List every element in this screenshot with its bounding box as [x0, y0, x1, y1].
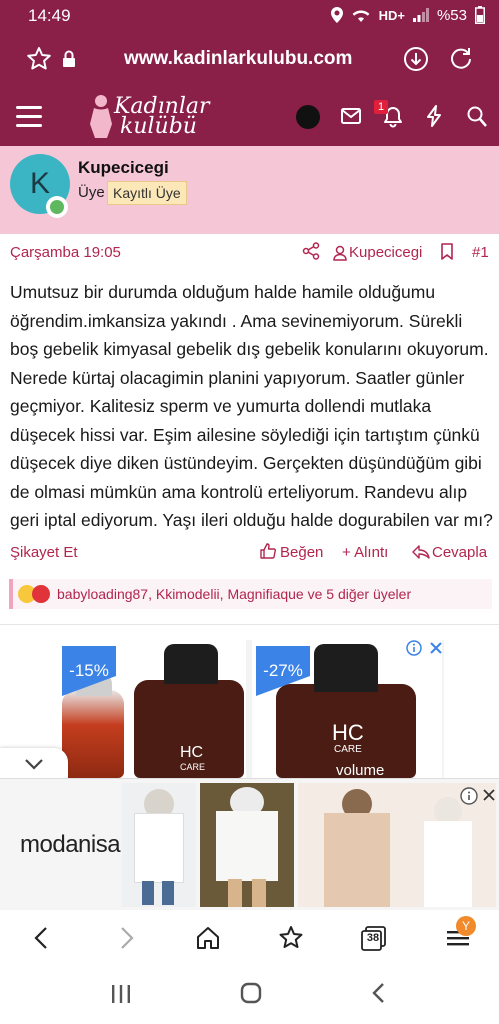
- post-number[interactable]: #1: [472, 244, 489, 261]
- url-text[interactable]: www.kadinlarkulubu.com: [124, 48, 352, 70]
- ad-info-icon[interactable]: [460, 787, 478, 805]
- status-icons: HD+ %53: [330, 6, 485, 24]
- post-body: Umutsuz bir durumda olduğum halde hamile…: [10, 282, 493, 530]
- product-bottle-image: [62, 690, 124, 778]
- menu-icon[interactable]: [16, 106, 42, 128]
- network-type: HD+: [378, 7, 405, 23]
- ad-close-icon[interactable]: [428, 640, 444, 656]
- mail-icon[interactable]: [341, 108, 361, 124]
- theme-toggle-icon[interactable]: [296, 105, 320, 129]
- bookmark-star-icon[interactable]: [26, 46, 52, 72]
- share-icon[interactable]: [302, 242, 320, 260]
- location-icon: [330, 7, 343, 23]
- forward-icon[interactable]: [112, 924, 140, 952]
- thumbs-up-icon: [260, 543, 276, 559]
- post-actions: Şikayet Et Beğen + Alıntı Cevapla: [0, 540, 499, 566]
- product-brand-label: HC: [180, 744, 204, 761]
- username[interactable]: Kupecicegi: [78, 158, 169, 178]
- site-header: Kadınlar kulübü 1: [0, 88, 499, 146]
- download-icon[interactable]: [403, 46, 429, 72]
- user-badge: Kayıtlı Üye: [107, 181, 187, 205]
- ad-collapse-button[interactable]: [0, 748, 68, 782]
- battery-level: %53: [436, 6, 467, 24]
- bookmark-icon[interactable]: [440, 243, 454, 261]
- reactions-text[interactable]: babyloading87, Kkimodelii, Magnifiaque v…: [57, 586, 411, 602]
- product-sub-label: CARE: [180, 762, 206, 772]
- product-sub-label: CARE: [334, 744, 362, 755]
- fashion-image: [200, 783, 294, 907]
- lightning-icon[interactable]: [426, 105, 442, 127]
- product-cap-image: [314, 644, 378, 692]
- reactions-bar[interactable]: babyloading87, Kkimodelii, Magnifiaque v…: [9, 579, 492, 609]
- signal-icon: [412, 8, 429, 22]
- ad-choices[interactable]: [406, 640, 446, 658]
- product-ad[interactable]: HC CARE -15% HC CARE volume -27%: [56, 640, 444, 778]
- fashion-image: [122, 783, 196, 907]
- status-time: 14:49: [28, 6, 71, 25]
- post-author-link[interactable]: Kupecicegi: [349, 244, 422, 261]
- post-meta: Çarşamba 19:05 Kupecicegi #1: [0, 234, 499, 270]
- status-bar: 14:49 HD+ %53: [0, 0, 499, 32]
- bookmarks-icon[interactable]: [277, 924, 305, 952]
- post-author-block: K Kupecicegi Üye Kayıtlı Üye: [0, 146, 499, 234]
- logo-line2: kulübü: [120, 114, 197, 139]
- report-button[interactable]: Şikayet Et: [10, 544, 78, 561]
- post-date[interactable]: Çarşamba 19:05: [10, 244, 121, 261]
- home-icon[interactable]: [194, 924, 222, 952]
- back-icon[interactable]: [28, 924, 56, 952]
- browser-url-bar: www.kadinlarkulubu.com: [0, 32, 499, 88]
- product-card-left[interactable]: HC CARE -15%: [56, 640, 246, 778]
- tabs-count: 38: [366, 932, 380, 944]
- quote-button[interactable]: + Alıntı: [342, 544, 388, 561]
- product-cap-image: [164, 644, 218, 684]
- system-nav-bar: [0, 966, 499, 1024]
- reload-icon[interactable]: [448, 46, 474, 72]
- wifi-icon: [351, 7, 371, 23]
- reply-button[interactable]: Cevapla: [432, 544, 487, 561]
- profile-badge[interactable]: Y: [456, 916, 476, 936]
- banner-ad[interactable]: modanisa: [0, 778, 499, 910]
- notification-badge: 1: [374, 100, 388, 114]
- like-button[interactable]: Beğen: [280, 544, 323, 561]
- system-back-icon[interactable]: [370, 982, 388, 1004]
- browser-nav-bar: 38 Y: [0, 910, 499, 966]
- product-word-label: volume: [336, 762, 385, 778]
- ad-brand: modanisa: [20, 831, 121, 858]
- battery-icon: [475, 6, 485, 24]
- product-card-right[interactable]: HC CARE volume -27%: [252, 640, 442, 778]
- logo-figure-icon: [86, 94, 116, 140]
- angry-emoji-icon: [32, 585, 50, 603]
- search-icon[interactable]: [467, 106, 487, 128]
- chevron-down-icon: [24, 758, 44, 770]
- recent-apps-icon[interactable]: [110, 984, 132, 1004]
- divider: [0, 624, 499, 625]
- user-icon: [333, 245, 347, 261]
- home-button-icon[interactable]: [240, 982, 262, 1004]
- ad-info-icon[interactable]: [406, 640, 422, 656]
- online-status-icon: [46, 196, 68, 218]
- lock-icon: [62, 46, 76, 72]
- reply-icon: [412, 544, 430, 560]
- user-role: Üye: [78, 184, 105, 201]
- ad-close-icon[interactable]: [482, 788, 496, 802]
- product-brand-label: HC: [332, 720, 364, 745]
